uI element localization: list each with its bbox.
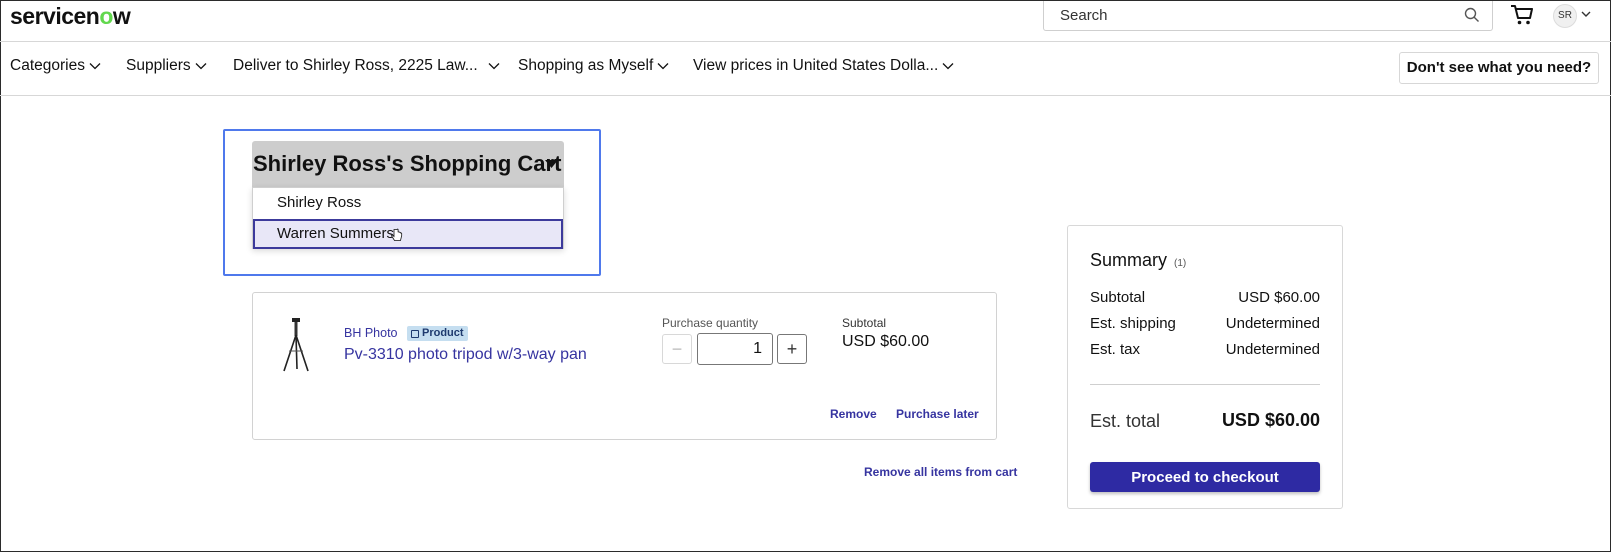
supplier-link[interactable]: BH Photo <box>344 326 398 340</box>
cart-item-card: BH Photo Product Pv-3310 photo tripod w/… <box>252 292 997 440</box>
chevron-down-icon[interactable] <box>1581 10 1591 18</box>
menu-option-warren-summers[interactable]: Warren Summers <box>253 219 563 249</box>
dont-see-what-you-need-button[interactable]: Don't see what you need? <box>1399 52 1599 84</box>
quantity-input[interactable] <box>697 333 773 365</box>
chevron-down-icon <box>195 63 207 70</box>
quantity-label: Purchase quantity <box>662 316 759 330</box>
summary-total: Est. total USD $60.00 <box>1090 410 1320 431</box>
product-badge: Product <box>407 326 468 341</box>
proceed-to-checkout-button[interactable]: Proceed to checkout <box>1090 462 1320 492</box>
nav-suppliers[interactable]: Suppliers <box>126 57 207 75</box>
search-input[interactable] <box>1060 1 1460 29</box>
cart-icon[interactable] <box>1510 4 1534 26</box>
nav-view-prices[interactable]: View prices in United States Dolla... <box>693 57 954 75</box>
chevron-down-icon <box>488 63 500 70</box>
hand-cursor-icon <box>391 228 403 241</box>
divider <box>1090 384 1320 385</box>
top-bar: servicenow SR <box>0 0 1611 42</box>
nav-categories[interactable]: Categories <box>10 57 101 75</box>
cart-owner-dropdown[interactable]: Shirley Ross's Shopping Cart <box>252 141 564 187</box>
product-name-link[interactable]: Pv-3310 photo tripod w/3-way pan <box>344 346 587 364</box>
decrease-quantity-button[interactable]: − <box>662 334 692 364</box>
chevron-down-icon <box>942 63 954 70</box>
summary-row-subtotal: Subtotal USD $60.00 <box>1090 289 1320 306</box>
nav-shopping-as[interactable]: Shopping as Myself <box>518 57 669 75</box>
search-box <box>1043 1 1493 31</box>
nav-deliver-to[interactable]: Deliver to Shirley Ross, 2225 Law... <box>233 57 500 75</box>
remove-all-items-link[interactable]: Remove all items from cart <box>864 465 1017 479</box>
summary-row-shipping: Est. shipping Undetermined <box>1090 315 1320 332</box>
tripod-product-image[interactable] <box>281 317 311 373</box>
summary-row-tax: Est. tax Undetermined <box>1090 341 1320 358</box>
purchase-later-link[interactable]: Purchase later <box>896 407 979 421</box>
cart-owner-menu: Shirley Ross Warren Summers <box>252 187 564 249</box>
item-subtotal-value: USD $60.00 <box>842 333 930 350</box>
nav-bar: Categories Suppliers Deliver to Shirley … <box>0 42 1611 96</box>
remove-item-link[interactable]: Remove <box>830 407 877 421</box>
cart-title: Shirley Ross's Shopping Cart <box>253 151 562 176</box>
summary-panel: Summary (1) Subtotal USD $60.00 Est. ship… <box>1067 225 1343 509</box>
item-subtotal-label: Subtotal <box>842 316 887 330</box>
product-icon <box>411 329 419 338</box>
increase-quantity-button[interactable]: + <box>777 334 807 364</box>
search-icon[interactable] <box>1464 7 1480 23</box>
avatar[interactable]: SR <box>1553 4 1577 28</box>
chevron-down-icon <box>89 63 101 70</box>
servicenow-logo[interactable]: servicenow <box>10 3 131 30</box>
caret-down-icon <box>545 160 558 168</box>
chevron-down-icon <box>657 63 669 70</box>
menu-option-shirley-ross[interactable]: Shirley Ross <box>253 188 563 218</box>
summary-title: Summary (1) <box>1090 250 1187 270</box>
